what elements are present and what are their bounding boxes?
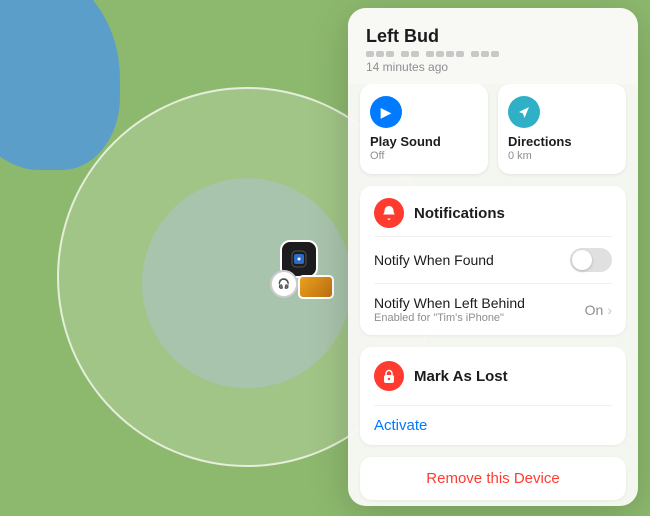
notify-found-toggle[interactable]	[570, 248, 612, 272]
notifications-header: Notifications	[360, 186, 626, 236]
action-buttons-row: ▶ Play Sound Off Directions 0 km	[360, 84, 626, 174]
notify-left-behind-row[interactable]: Notify When Left Behind Enabled for "Tim…	[360, 284, 626, 335]
water-feature	[0, 0, 120, 170]
play-sound-label: Play Sound	[370, 134, 478, 149]
mark-as-lost-icon	[374, 361, 404, 391]
directions-icon	[508, 96, 540, 128]
earbud-marker: 🎧	[270, 270, 298, 298]
directions-sublabel: 0 km	[508, 150, 616, 162]
play-sound-icon: ▶	[370, 96, 402, 128]
toggle-knob	[572, 250, 592, 270]
device-name: Left Bud	[366, 26, 620, 47]
panel-header: Left Bud 14 minutes ago	[348, 8, 638, 84]
mark-as-lost-header: Mark As Lost	[360, 347, 626, 405]
play-sound-sublabel: Off	[370, 150, 478, 162]
notify-found-label: Notify When Found	[374, 252, 494, 268]
card-marker	[298, 275, 334, 299]
activate-button[interactable]: Activate	[360, 406, 626, 445]
play-sound-button[interactable]: ▶ Play Sound Off	[360, 84, 488, 174]
panel-content: ▶ Play Sound Off Directions 0 km	[348, 84, 638, 506]
last-seen-time: 14 minutes ago	[366, 60, 620, 74]
notify-found-row[interactable]: Notify When Found	[360, 237, 626, 283]
mark-as-lost-title: Mark As Lost	[414, 368, 508, 385]
chevron-right-icon: ›	[607, 302, 612, 318]
notify-left-behind-label-group: Notify When Left Behind Enabled for "Tim…	[374, 295, 525, 324]
device-panel: Left Bud 14 minutes ago ▶ Play Sound Off	[348, 8, 638, 506]
notifications-icon	[374, 198, 404, 228]
notifications-title: Notifications	[414, 205, 505, 222]
directions-button[interactable]: Directions 0 km	[498, 84, 626, 174]
remove-device-button[interactable]: Remove this Device	[360, 457, 626, 500]
directions-label: Directions	[508, 134, 616, 149]
notify-left-behind-right: On ›	[585, 302, 612, 318]
notifications-section: Notifications Notify When Found Notify W…	[360, 186, 626, 335]
mark-as-lost-section: Mark As Lost Activate	[360, 347, 626, 445]
device-id-dots	[366, 51, 620, 57]
